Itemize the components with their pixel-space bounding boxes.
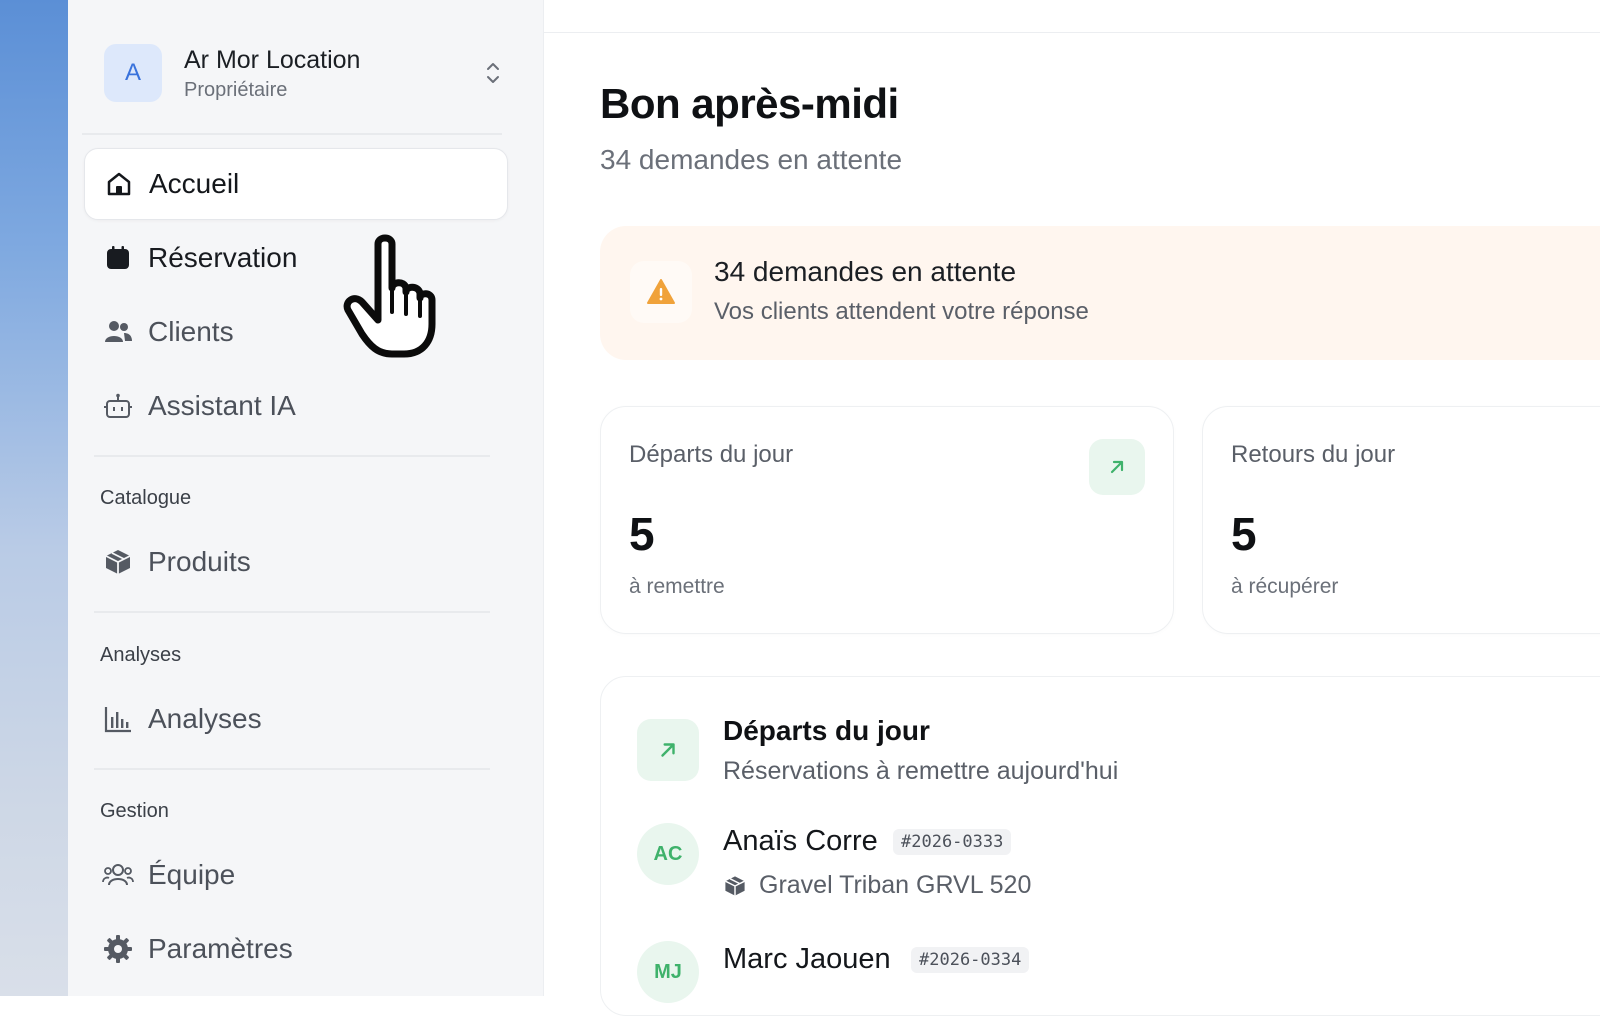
home-icon bbox=[103, 168, 135, 200]
robot-icon bbox=[102, 390, 134, 422]
calendar-icon bbox=[102, 242, 134, 274]
users-icon bbox=[102, 316, 134, 348]
team-icon bbox=[102, 859, 134, 891]
divider bbox=[94, 455, 490, 457]
stat-card-departures[interactable]: Départs du jour 5 à remettre bbox=[600, 406, 1174, 634]
avatar: AC bbox=[637, 823, 699, 885]
arrow-up-right-icon bbox=[637, 719, 699, 781]
org-name: Ar Mor Location bbox=[184, 45, 361, 74]
package-icon bbox=[102, 546, 134, 578]
org-avatar: A bbox=[104, 44, 162, 102]
sidebar-item-analyses[interactable]: Analyses bbox=[84, 683, 508, 755]
departure-row[interactable]: AC Anaïs Corre #2026-0333 Gravel Triban … bbox=[637, 823, 1537, 903]
alert-text: Vos clients attendent votre réponse bbox=[714, 298, 1089, 325]
section-label-analyses: Analyses bbox=[100, 644, 182, 666]
booking-ref-badge: #2026-0334 bbox=[911, 947, 1030, 973]
departure-row[interactable]: MJ Marc Jaouen #2026-0334 bbox=[637, 941, 1537, 1021]
divider bbox=[94, 768, 490, 770]
page-title: Bon après-midi bbox=[600, 80, 899, 127]
panel-subtitle: Réservations à remettre aujourd'hui bbox=[723, 757, 1119, 785]
chevron-up-down-icon[interactable] bbox=[482, 58, 504, 88]
section-label-catalogue: Catalogue bbox=[100, 487, 192, 509]
sidebar-item-label: Réservation bbox=[148, 242, 298, 273]
sidebar-item-equipe[interactable]: Équipe bbox=[84, 839, 508, 911]
stat-card-returns[interactable]: Retours du jour 5 à récupérer bbox=[1202, 406, 1600, 634]
sidebar-item-assistant-ia[interactable]: Assistant IA bbox=[84, 370, 508, 442]
org-switcher[interactable]: A Ar Mor Location Propriétaire bbox=[104, 42, 504, 104]
sidebar-item-label: Accueil bbox=[149, 168, 240, 199]
stat-card-caption: à remettre bbox=[629, 575, 725, 598]
sidebar-item-produits[interactable]: Produits bbox=[84, 526, 508, 598]
stat-card-caption: à récupérer bbox=[1231, 575, 1339, 598]
sidebar-item-label: Clients bbox=[148, 316, 234, 347]
section-label-gestion: Gestion bbox=[100, 800, 169, 822]
sidebar-item-label: Assistant IA bbox=[148, 390, 296, 421]
warning-icon bbox=[630, 261, 692, 323]
panel-title: Départs du jour bbox=[723, 715, 930, 746]
sidebar-item-label: Produits bbox=[148, 546, 251, 577]
sidebar-item-label: Analyses bbox=[148, 703, 262, 734]
pending-requests-alert[interactable]: 34 demandes en attente Vos clients atten… bbox=[600, 226, 1600, 360]
departures-panel: Départs du jour Réservations à remettre … bbox=[600, 676, 1600, 1016]
alert-title: 34 demandes en attente bbox=[714, 256, 1017, 287]
top-bar bbox=[544, 0, 1600, 33]
divider bbox=[82, 133, 502, 135]
arrow-up-right-icon bbox=[1089, 439, 1145, 495]
desktop-background bbox=[0, 0, 68, 996]
stat-card-title: Retours du jour bbox=[1231, 441, 1396, 468]
avatar: MJ bbox=[637, 941, 699, 1003]
product-info: Gravel Triban GRVL 520 bbox=[723, 871, 1031, 900]
sidebar-item-label: Paramètres bbox=[148, 933, 293, 964]
org-role: Propriétaire bbox=[184, 78, 288, 101]
bar-chart-icon bbox=[102, 703, 134, 735]
package-icon bbox=[725, 875, 745, 896]
stat-card-title: Départs du jour bbox=[629, 441, 794, 468]
product-name: Gravel Triban GRVL 520 bbox=[759, 871, 1032, 899]
sidebar-item-accueil[interactable]: Accueil bbox=[84, 148, 508, 220]
sidebar-item-parametres[interactable]: Paramètres bbox=[84, 913, 508, 985]
main-content: Bon après-midi 34 demandes en attente 34… bbox=[544, 0, 1600, 1016]
hand-pointer-cursor-icon bbox=[343, 234, 436, 358]
page-subtitle: 34 demandes en attente bbox=[600, 144, 903, 175]
sidebar: A Ar Mor Location Propriétaire Accueil R… bbox=[68, 0, 544, 996]
gear-icon bbox=[102, 933, 134, 965]
stat-card-value: 5 bbox=[629, 508, 655, 560]
customer-name: Anaïs Corre bbox=[723, 825, 878, 857]
sidebar-item-label: Équipe bbox=[148, 859, 236, 890]
customer-name: Marc Jaouen bbox=[723, 943, 891, 975]
booking-ref-badge: #2026-0333 bbox=[893, 829, 1012, 855]
stat-card-value: 5 bbox=[1231, 508, 1257, 560]
divider bbox=[94, 611, 490, 613]
